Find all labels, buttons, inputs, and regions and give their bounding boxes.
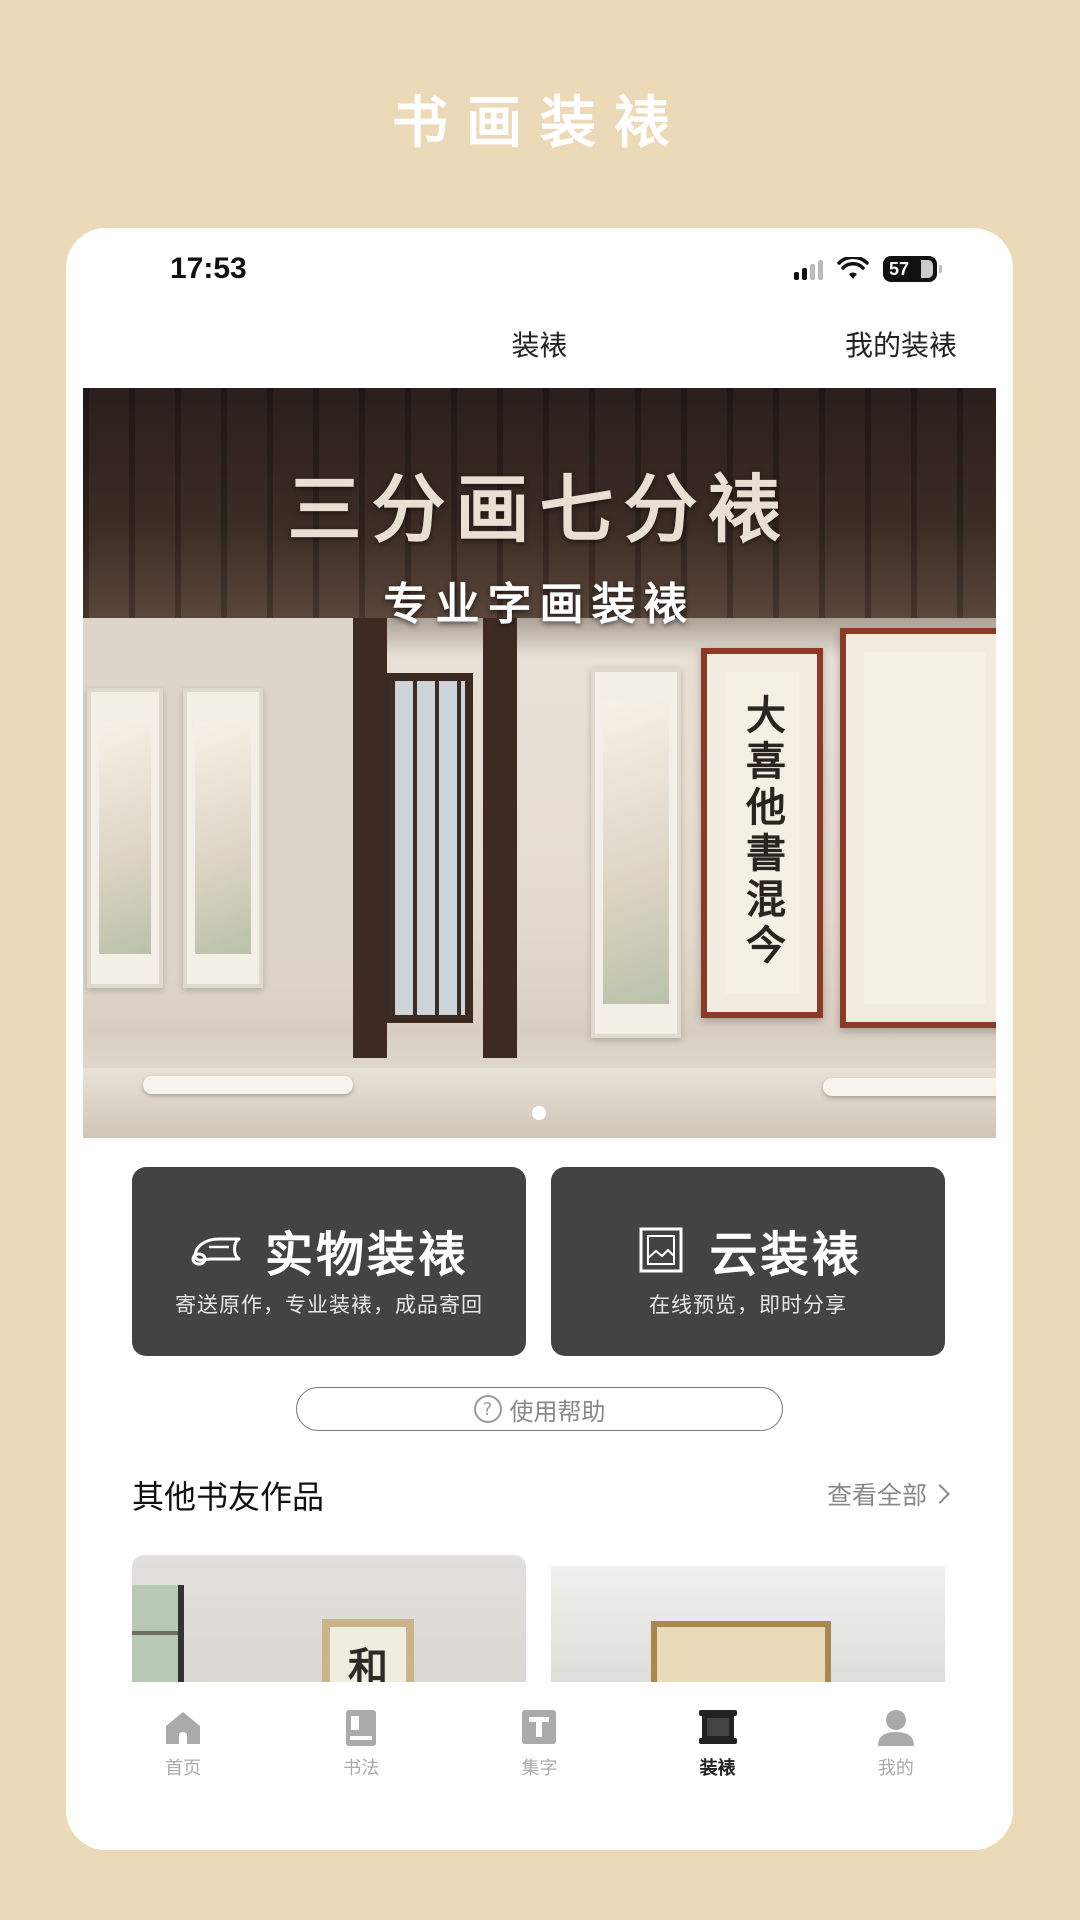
tab-mine[interactable]: 我的 <box>831 1682 961 1850</box>
works-section-header: 其他书友作品 查看全部 <box>132 1472 950 1522</box>
calligraphy-text: 大喜他書混今 <box>739 694 786 970</box>
phone-screen: 17:53 57 装裱 我的装裱 大喜他書混今 三分画七分裱 专业字画装裱 实物… <box>66 228 1013 1850</box>
tab-calligraphy[interactable]: 书法 <box>296 1682 426 1850</box>
framed-calligraphy-1: 大喜他書混今 <box>701 648 823 1018</box>
banner-subtitle: 专业字画装裱 <box>383 579 696 630</box>
battery-icon: 57 <box>883 256 942 282</box>
banner-title: 三分画七分裱 <box>287 467 792 553</box>
card-description: 寄送原作，专业装裱，成品寄回 <box>175 1293 483 1317</box>
section-title: 其他书友作品 <box>132 1478 325 1516</box>
wifi-icon <box>837 257 869 279</box>
help-label: 使用帮助 <box>509 1397 606 1426</box>
view-all-link[interactable]: 查看全部 <box>826 1476 950 1512</box>
card-description: 在线预览，即时分享 <box>649 1293 847 1317</box>
banner-pillar <box>353 618 387 1058</box>
page-title: 书画装裱 <box>392 91 688 156</box>
status-icons: 57 <box>794 256 942 282</box>
hanging-scroll-3 <box>591 668 681 1038</box>
scroll-icon <box>191 1237 241 1266</box>
paper-roll <box>143 1076 353 1094</box>
tab-label: 首页 <box>165 1758 202 1779</box>
top-nav: 装裱 我的装裱 <box>66 324 1013 384</box>
hanging-scroll-1 <box>87 688 163 988</box>
frame-icon <box>639 1227 683 1273</box>
status-time: 17:53 <box>170 252 247 285</box>
tab-label: 我的 <box>877 1758 914 1779</box>
battery-level: 57 <box>889 258 910 279</box>
tab-label: 集字 <box>521 1758 558 1779</box>
scroll-frame-icon <box>698 1710 737 1744</box>
carousel-indicator[interactable] <box>532 1106 546 1120</box>
hanging-scroll-2 <box>183 688 263 988</box>
tab-mounting-bottom[interactable]: 装裱 <box>653 1682 783 1850</box>
view-all-label: 查看全部 <box>826 1481 927 1510</box>
paper-roll-2 <box>823 1078 996 1096</box>
banner-window <box>383 673 473 1023</box>
banner-pillar-2 <box>483 618 517 1058</box>
chevron-right-icon <box>930 1484 950 1504</box>
framed-calligraphy-2 <box>840 628 996 1028</box>
tab-home[interactable]: 首页 <box>118 1682 248 1850</box>
tab-label: 书法 <box>343 1758 380 1779</box>
question-icon: ? <box>473 1395 502 1423</box>
help-button[interactable]: ? 使用帮助 <box>296 1387 783 1431</box>
status-bar: 17:53 57 <box>66 228 1013 308</box>
card-title: 云装裱 <box>709 1227 863 1283</box>
cloud-mounting-card[interactable]: 云装裱 在线预览，即时分享 <box>551 1167 945 1356</box>
hero-banner[interactable]: 大喜他書混今 三分画七分裱 专业字画装裱 <box>83 388 996 1138</box>
book-icon <box>346 1710 377 1746</box>
physical-mounting-card[interactable]: 实物装裱 寄送原作，专业装裱，成品寄回 <box>132 1167 526 1356</box>
card-title: 实物装裱 <box>264 1227 469 1283</box>
tab-my-mounting[interactable]: 我的装裱 <box>845 324 957 364</box>
signal-icon <box>794 258 823 280</box>
home-icon <box>166 1712 201 1744</box>
text-icon <box>522 1710 557 1744</box>
user-icon <box>877 1710 914 1746</box>
tab-label: 装裱 <box>699 1758 736 1779</box>
bottom-tab-bar: 首页 书法 集字 装裱 我的 <box>66 1682 1013 1850</box>
tab-collect-chars[interactable]: 集字 <box>474 1682 604 1850</box>
